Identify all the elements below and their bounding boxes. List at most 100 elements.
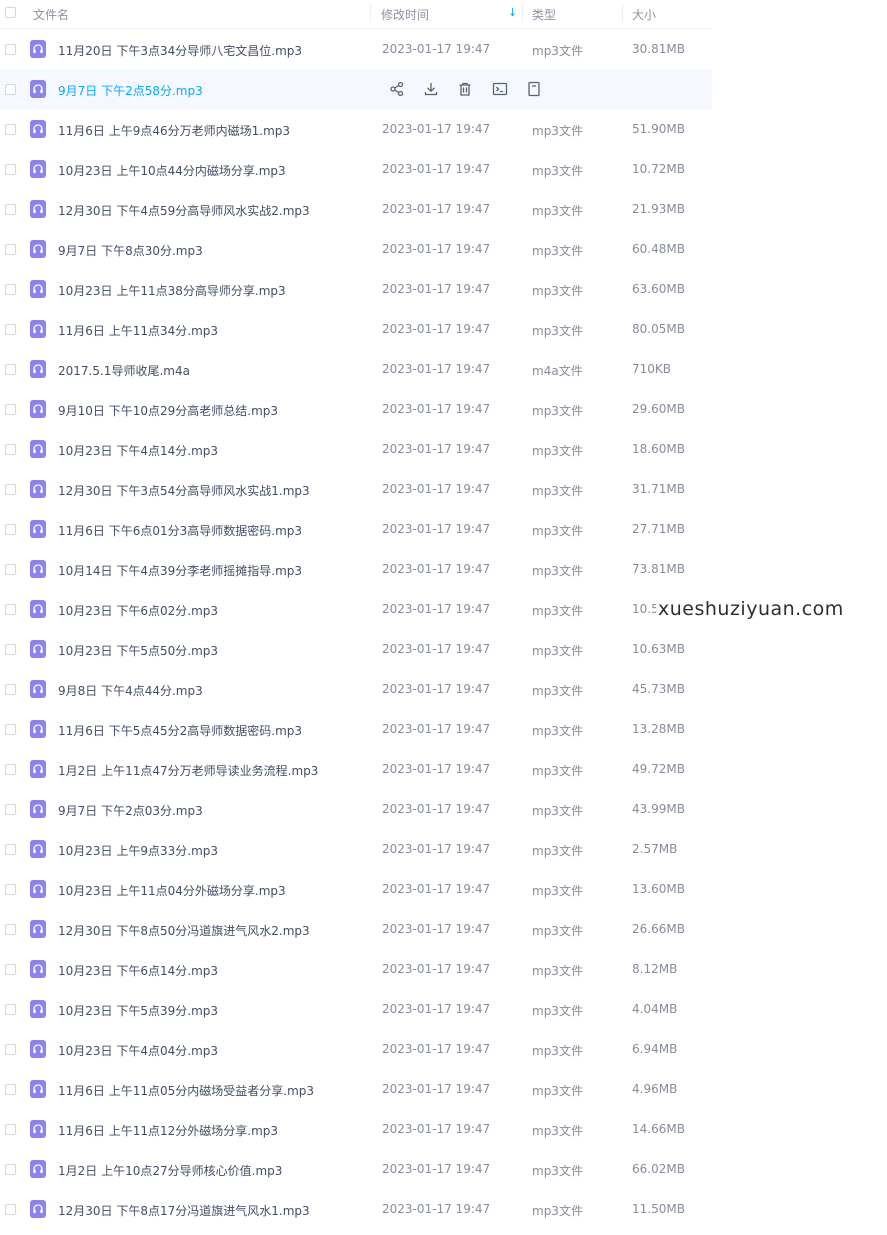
file-name[interactable]: 9月7日 下午2点58分.mp3	[58, 82, 203, 99]
file-row[interactable]: 12月30日 下午8点17分冯道旗进气风水1.mp3 2023-01-17 19:…	[0, 1189, 712, 1229]
row-checkbox[interactable]	[5, 844, 16, 855]
file-row[interactable]: 9月7日 下午2点58分.mp3	[0, 69, 712, 109]
column-header-name[interactable]: 文件名	[33, 6, 69, 23]
file-row[interactable]: 1月2日 上午10点27分导师核心价值.mp3 2023-01-17 19:47 m…	[0, 1149, 712, 1189]
row-checkbox[interactable]	[5, 404, 16, 415]
file-row[interactable]: 10月23日 上午11点04分外磁场分享.mp3 2023-01-17 19:47…	[0, 869, 712, 909]
row-checkbox[interactable]	[5, 44, 16, 55]
row-checkbox[interactable]	[5, 724, 16, 735]
file-row[interactable]: 11月6日 上午11点12分外磁场分享.mp3 2023-01-17 19:47 m…	[0, 1109, 712, 1149]
file-name[interactable]: 12月30日 下午3点54分高导师风水实战1.mp3	[58, 482, 310, 499]
file-name[interactable]: 1月2日 上午10点27分导师核心价值.mp3	[58, 1162, 282, 1179]
file-name[interactable]: 11月6日 上午11点34分.mp3	[58, 322, 218, 339]
file-name[interactable]: 10月23日 下午6点02分.mp3	[58, 602, 218, 619]
file-row[interactable]: 10月23日 上午11点38分高导师分享.mp3 2023-01-17 19:47…	[0, 269, 712, 309]
row-checkbox[interactable]	[5, 444, 16, 455]
row-checkbox[interactable]	[5, 644, 16, 655]
file-name[interactable]: 9月7日 下午2点03分.mp3	[58, 802, 203, 819]
file-row[interactable]: 11月6日 上午11点05分内磁场受益者分享.mp3 2023-01-17 19:…	[0, 1069, 712, 1109]
row-checkbox[interactable]	[5, 484, 16, 495]
more-icon[interactable]	[525, 80, 543, 98]
column-header-size[interactable]: 大小	[632, 6, 656, 23]
row-checkbox[interactable]	[5, 284, 16, 295]
file-name[interactable]: 2017.5.1导师收尾.m4a	[58, 362, 190, 379]
row-checkbox[interactable]	[5, 164, 16, 175]
file-row[interactable]: 9月8日 下午4点44分.mp3 2023-01-17 19:47 mp3文件 45.…	[0, 669, 712, 709]
row-checkbox[interactable]	[5, 684, 16, 695]
row-checkbox[interactable]	[5, 1164, 16, 1175]
row-checkbox[interactable]	[5, 604, 16, 615]
file-row[interactable]: 11月6日 下午6点01分3高导师数据密码.mp3 2023-01-17 19:4…	[0, 509, 712, 549]
row-checkbox[interactable]	[5, 364, 16, 375]
row-checkbox[interactable]	[5, 924, 16, 935]
row-checkbox[interactable]	[5, 1124, 16, 1135]
file-row[interactable]: 10月23日 下午5点50分.mp3 2023-01-17 19:47 mp3文件 1…	[0, 629, 712, 669]
delete-icon[interactable]	[456, 80, 474, 98]
row-checkbox[interactable]	[5, 564, 16, 575]
share-icon[interactable]	[388, 80, 406, 98]
file-name[interactable]: 11月6日 下午6点01分3高导师数据密码.mp3	[58, 522, 302, 539]
file-row[interactable]: 11月6日 上午9点46分万老师内磁场1.mp3 2023-01-17 19:47…	[0, 109, 712, 149]
file-row[interactable]: 12月30日 下午8点50分冯道旗进气风水2.mp3 2023-01-17 19:…	[0, 909, 712, 949]
file-row[interactable]: 10月23日 下午6点02分.mp3 2023-01-17 19:47 mp3文件 1…	[0, 589, 712, 629]
download-icon[interactable]	[422, 80, 440, 98]
row-checkbox[interactable]	[5, 1204, 16, 1215]
file-row[interactable]: 9月7日 下午2点03分.mp3 2023-01-17 19:47 mp3文件 43.…	[0, 789, 712, 829]
file-name[interactable]: 10月23日 上午11点04分外磁场分享.mp3	[58, 882, 286, 899]
select-all-checkbox[interactable]	[5, 7, 16, 18]
row-checkbox[interactable]	[5, 964, 16, 975]
file-name[interactable]: 11月6日 下午5点45分2高导师数据密码.mp3	[58, 722, 302, 739]
row-checkbox[interactable]	[5, 324, 16, 335]
row-checkbox[interactable]	[5, 1004, 16, 1015]
file-name[interactable]: 10月23日 下午4点04分.mp3	[58, 1042, 218, 1059]
file-name[interactable]: 11月20日 下午3点34分导师八宅文昌位.mp3	[58, 42, 302, 59]
file-row[interactable]: 1月2日 上午11点47分万老师导读业务流程.mp3 2023-01-17 19:…	[0, 749, 712, 789]
file-name[interactable]: 1月2日 上午11点47分万老师导读业务流程.mp3	[58, 762, 318, 779]
file-name[interactable]: 12月30日 下午8点17分冯道旗进气风水1.mp3	[58, 1202, 310, 1219]
row-checkbox[interactable]	[5, 524, 16, 535]
file-row[interactable]: 11月20日 下午3点34分导师八宅文昌位.mp3 2023-01-17 19:4…	[0, 29, 712, 69]
row-checkbox[interactable]	[5, 1044, 16, 1055]
file-name[interactable]: 10月23日 下午4点14分.mp3	[58, 442, 218, 459]
file-name[interactable]: 10月23日 上午11点38分高导师分享.mp3	[58, 282, 286, 299]
file-name[interactable]: 10月23日 下午5点50分.mp3	[58, 642, 218, 659]
file-row[interactable]: 11月6日 下午5点45分2高导师数据密码.mp3 2023-01-17 19:4…	[0, 709, 712, 749]
row-checkbox[interactable]	[5, 804, 16, 815]
file-row[interactable]: 10月23日 下午4点04分.mp3 2023-01-17 19:47 mp3文件 6…	[0, 1029, 712, 1069]
column-header-type[interactable]: 类型	[532, 6, 556, 23]
row-checkbox[interactable]	[5, 1084, 16, 1095]
rename-icon[interactable]	[491, 80, 509, 98]
file-name[interactable]: 9月8日 下午4点44分.mp3	[58, 682, 203, 699]
file-row[interactable]: 9月7日 下午8点30分.mp3 2023-01-17 19:47 mp3文件 60.…	[0, 229, 712, 269]
file-name[interactable]: 11月6日 上午11点12分外磁场分享.mp3	[58, 1122, 278, 1139]
file-row[interactable]: 12月30日 下午3点54分高导师风水实战1.mp3 2023-01-17 19:…	[0, 469, 712, 509]
row-checkbox[interactable]	[5, 124, 16, 135]
column-divider[interactable]	[370, 4, 371, 22]
file-row[interactable]: 10月23日 上午10点44分内磁场分享.mp3 2023-01-17 19:47…	[0, 149, 712, 189]
row-checkbox[interactable]	[5, 884, 16, 895]
row-checkbox[interactable]	[5, 204, 16, 215]
file-row[interactable]: 10月23日 下午4点14分.mp3 2023-01-17 19:47 mp3文件 1…	[0, 429, 712, 469]
file-name[interactable]: 11月6日 上午11点05分内磁场受益者分享.mp3	[58, 1082, 314, 1099]
column-divider[interactable]	[522, 4, 523, 22]
file-name[interactable]: 12月30日 下午8点50分冯道旗进气风水2.mp3	[58, 922, 310, 939]
file-row[interactable]: 11月6日 上午11点34分.mp3 2023-01-17 19:47 mp3文件 8…	[0, 309, 712, 349]
file-row[interactable]: 12月30日 下午4点59分高导师风水实战2.mp3 2023-01-17 19:…	[0, 189, 712, 229]
file-name[interactable]: 9月7日 下午8点30分.mp3	[58, 242, 203, 259]
file-name[interactable]: 10月23日 上午10点44分内磁场分享.mp3	[58, 162, 286, 179]
row-checkbox[interactable]	[5, 84, 16, 95]
file-name[interactable]: 10月23日 上午9点33分.mp3	[58, 842, 218, 859]
file-name[interactable]: 10月14日 下午4点39分李老师摇摊指导.mp3	[58, 562, 302, 579]
file-row[interactable]: 9月10日 下午10点29分高老师总结.mp3 2023-01-17 19:47 m…	[0, 389, 712, 429]
row-checkbox[interactable]	[5, 244, 16, 255]
column-divider[interactable]	[622, 4, 623, 22]
file-name[interactable]: 10月23日 下午6点14分.mp3	[58, 962, 218, 979]
file-row[interactable]: 10月23日 上午9点33分.mp3 2023-01-17 19:47 mp3文件 2…	[0, 829, 712, 869]
file-name[interactable]: 12月30日 下午4点59分高导师风水实战2.mp3	[58, 202, 310, 219]
file-name[interactable]: 9月10日 下午10点29分高老师总结.mp3	[58, 402, 278, 419]
column-header-mtime[interactable]: 修改时间	[381, 6, 429, 23]
file-row[interactable]: 10月23日 下午5点39分.mp3 2023-01-17 19:47 mp3文件 4…	[0, 989, 712, 1029]
sort-desc-icon[interactable]: ↓	[508, 6, 517, 19]
file-name[interactable]: 11月6日 上午9点46分万老师内磁场1.mp3	[58, 122, 290, 139]
row-checkbox[interactable]	[5, 764, 16, 775]
